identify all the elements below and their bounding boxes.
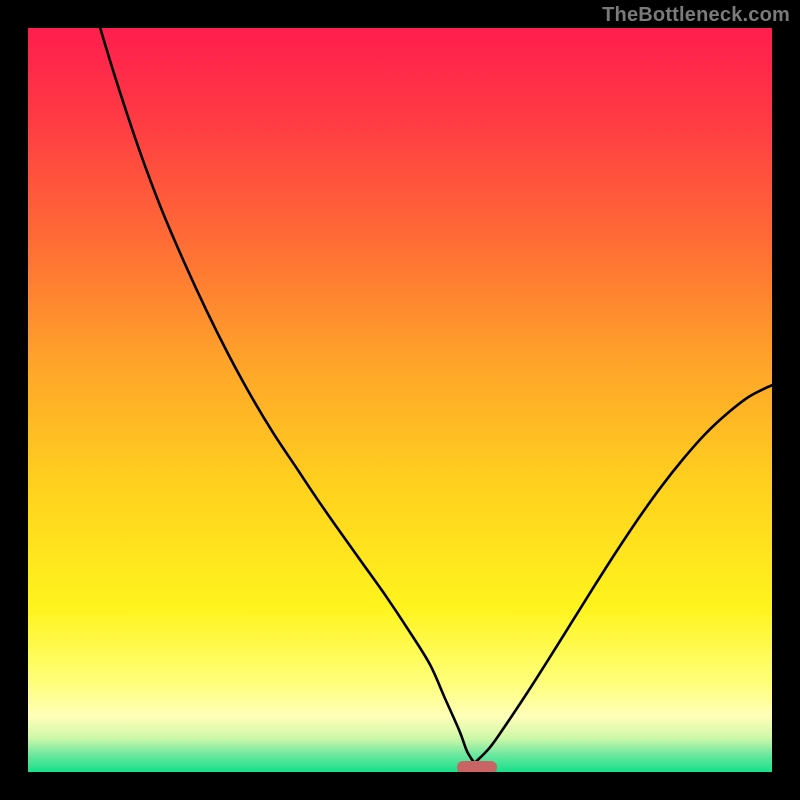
chart-frame: TheBottleneck.com [0, 0, 800, 800]
minimum-marker [457, 761, 498, 772]
curve-left-branch [100, 28, 474, 763]
bottleneck-curve [28, 28, 772, 772]
curve-right-branch [474, 385, 772, 763]
plot-area [28, 28, 772, 772]
site-attribution: TheBottleneck.com [602, 4, 790, 27]
